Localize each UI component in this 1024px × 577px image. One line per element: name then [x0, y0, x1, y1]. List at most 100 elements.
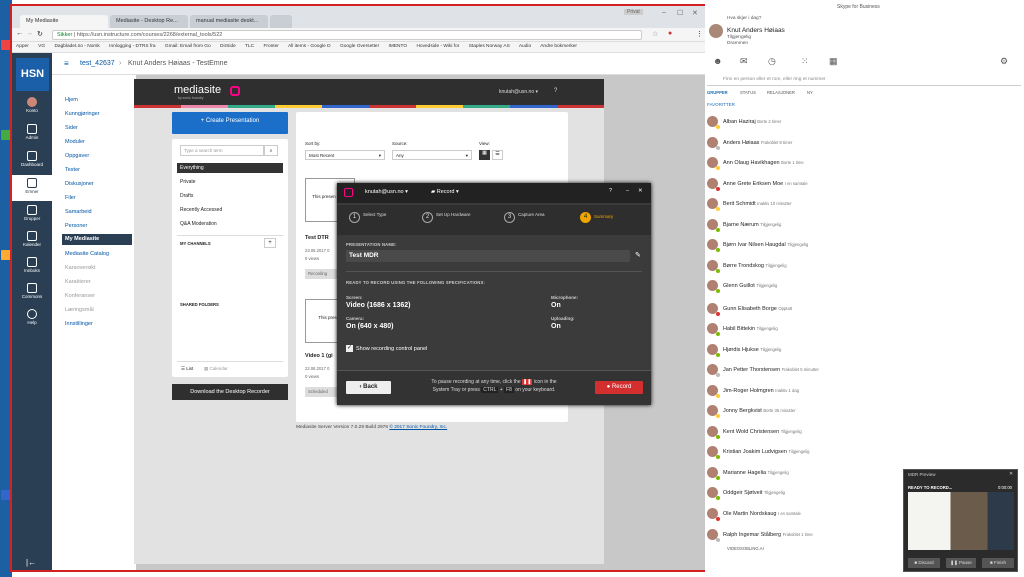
nav-admin[interactable]: Admin [12, 124, 52, 140]
filter-recent[interactable]: Recently Accessed [180, 207, 222, 213]
record-mode-menu[interactable]: ▰ Record ▾ [431, 189, 459, 195]
nav-kalender[interactable]: Kalender [12, 231, 52, 247]
contact-row[interactable]: Hjørdis Hjukse Tilgjengelig [705, 341, 905, 361]
contact-row[interactable]: Ralph Ingemar Stålberg Frakoblet 1 time [705, 526, 905, 546]
tab-manual[interactable]: manual mediasite deskt... [190, 15, 268, 28]
contact-row[interactable]: Jim-Roger Holmgren Inaktiv 1 dag [705, 382, 905, 402]
course-nav-item[interactable]: Personer [65, 223, 87, 229]
reload-icon[interactable]: ↻ [37, 30, 43, 38]
contact-row[interactable]: Anne Grete Eriksen Moe I en samtale [705, 175, 905, 195]
chat-icon[interactable]: ✉ [740, 56, 748, 67]
source-select[interactable]: Any ▾ [392, 150, 472, 160]
nav-commons[interactable]: Commons [12, 283, 52, 299]
bookmark[interactable]: Andre bokmerker [540, 44, 577, 49]
forward-icon[interactable]: → [26, 30, 33, 37]
course-nav-item[interactable]: Filer [65, 195, 76, 201]
add-channel-button[interactable]: + [264, 238, 276, 248]
filter-drafts[interactable]: Drafts [180, 193, 193, 199]
sort-select[interactable]: Most Recent ▾ [305, 150, 385, 160]
presentation-title[interactable]: Test DTR [305, 235, 329, 241]
bookmark[interactable]: DirSide [220, 44, 236, 49]
profile-label[interactable]: Privat [624, 9, 643, 15]
contact-row[interactable]: Ole Martin Nordskaug I en samtale [705, 505, 905, 525]
show-control-checkbox[interactable]: ✓ [346, 345, 353, 352]
hamburger-icon[interactable]: ≡ [64, 59, 69, 68]
finish-button[interactable]: ■ Finish [982, 558, 1014, 568]
course-nav-item-active[interactable]: My Mediasite [62, 234, 132, 245]
footer-copyright[interactable]: © 2017 Sonic Foundry, Inc. [389, 425, 447, 430]
course-nav-item[interactable]: Læringsmål [65, 307, 94, 313]
course-nav-item[interactable]: Moduler [65, 139, 85, 145]
extension-icon[interactable]: ● [668, 30, 672, 37]
group-heading[interactable]: FAVORITTER [707, 102, 735, 107]
bookmark[interactable]: Dagbladet.no - Norsk [54, 44, 99, 49]
bookmark[interactable]: All items - Google D [288, 44, 331, 49]
star-icon[interactable]: ☆ [652, 30, 658, 38]
contact-row[interactable]: Habil Bittekin Tilgjengelig [705, 320, 905, 340]
help-icon[interactable]: ? [609, 188, 612, 194]
contact-row[interactable]: Berit Schmidt Inaktiv 10 minutter [705, 195, 905, 215]
tab-status[interactable]: STATUS [740, 90, 756, 95]
bookmark[interactable]: Gmail: Email from Go [165, 44, 211, 49]
pause-button[interactable]: ❚❚ Pause [946, 558, 976, 568]
menu-icon[interactable]: ⋮ [696, 30, 703, 38]
gear-icon[interactable]: ⚙ [1000, 56, 1008, 67]
course-nav-item[interactable]: Mediasite Catalog [65, 251, 109, 257]
status-question[interactable]: Hva skjer i dag? [727, 16, 761, 21]
close-icon[interactable]: ✕ [638, 188, 643, 194]
contact-row[interactable]: Marianne Hagelia Tilgjengelig [705, 464, 905, 484]
grid-view-icon[interactable]: ▦ [479, 150, 490, 160]
bookmark[interactable]: Audio [519, 44, 531, 49]
contact-row[interactable]: Gunn Elisabeth Borge Opptatt [705, 300, 905, 320]
search-input[interactable]: Type a search term [180, 145, 264, 156]
course-nav-item[interactable]: Sider [65, 125, 78, 131]
contact-row[interactable]: Kristian Joakim Ludvigsen Tilgjengelig [705, 443, 905, 463]
my-location[interactable]: Drammen [727, 41, 748, 46]
presentation-name-field[interactable]: Test MDR [346, 250, 630, 262]
course-nav-item[interactable]: Hjem [65, 97, 78, 103]
course-nav-item[interactable]: Karakterer [65, 279, 91, 285]
bookmark[interactable]: Apper [16, 44, 29, 49]
help-icon[interactable]: ? [554, 88, 557, 94]
course-nav-item[interactable]: Kunngjøringer [65, 111, 100, 117]
close-icon[interactable]: ✕ [1009, 471, 1013, 477]
bookmark[interactable]: IMENTO [389, 44, 408, 49]
contact-row[interactable]: Oddgeir Sjøtveit Tilgjengelig [705, 484, 905, 504]
maximize-icon[interactable]: ☐ [677, 9, 683, 17]
edit-icon[interactable]: ✎ [635, 251, 641, 259]
course-nav-item[interactable]: Konferanser [65, 293, 95, 299]
nav-innboks[interactable]: Innboks [12, 257, 52, 273]
contact-row[interactable]: Alban Haziraj Borte 2 timer [705, 113, 905, 133]
nav-help[interactable]: Help [12, 309, 52, 325]
contact-row[interactable]: Kent Wold Christensen Tilgjengelig [705, 423, 905, 443]
bookmark[interactable]: Hovedside - Wiki for [416, 44, 459, 49]
course-nav-item[interactable]: Tester [65, 167, 80, 173]
presentation-title[interactable]: Video 1 (gi [305, 353, 333, 359]
url-input[interactable]: Sikker | https://usn.instructure.com/cou… [52, 30, 642, 40]
download-recorder-button[interactable]: Download the Desktop Recorder [172, 384, 288, 400]
nav-konto[interactable]: Konto [12, 97, 52, 113]
contact-row[interactable]: Bjørn Ivar Nilsen Haugdal Tilgjengelig [705, 236, 905, 256]
tab-desktop-recorder[interactable]: Mediasite - Desktop Re... [110, 15, 188, 28]
nav-emner[interactable]: Emner [12, 175, 52, 201]
filter-private[interactable]: Private [180, 179, 196, 185]
contact-row[interactable]: Anders Høiaas Frakoblet 8 timer [705, 134, 905, 154]
tab-grupper[interactable]: GRUPPER [707, 90, 728, 95]
meetings-icon[interactable]: ▦ [829, 56, 838, 67]
bookmark[interactable]: Fronter [263, 44, 278, 49]
search-icon[interactable]: ⌕ [264, 145, 278, 156]
tab-relasjoner[interactable]: RELASJONER [767, 90, 795, 95]
back-icon[interactable]: ← [16, 30, 23, 37]
course-nav-item[interactable]: Karaoversikt [65, 265, 96, 271]
contact-row[interactable]: Jonny Bergkvist Borte 35 minutter [705, 402, 905, 422]
course-nav-item[interactable]: Diskusjoner [65, 181, 94, 187]
nav-dashboard[interactable]: Dashboard [12, 151, 52, 167]
bookmark[interactable]: Google Oversetter [340, 44, 379, 49]
bottom-label[interactable]: VIDEOSOBLING.AI [727, 546, 764, 551]
bookmark[interactable]: TLC [245, 44, 254, 49]
history-icon[interactable]: ◷ [768, 56, 776, 67]
back-button[interactable]: ‹ Back [346, 381, 391, 394]
filter-everything[interactable]: Everything [177, 163, 283, 173]
bookmark[interactable]: Innlogging - DTRS fra [109, 44, 155, 49]
list-view-icon[interactable]: ☰ [492, 150, 503, 160]
